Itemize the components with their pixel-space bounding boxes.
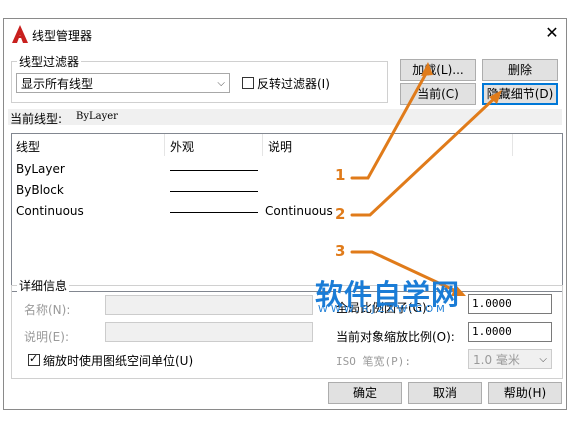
annotation-number-1: 1: [335, 166, 346, 184]
annotation-arrow-1: [350, 68, 430, 180]
annotation-number-3: 3: [335, 242, 346, 260]
annotation-arrows: [350, 62, 502, 296]
annotation-arrow-2: [350, 93, 500, 217]
annotation-arrowhead-1: [421, 62, 433, 76]
annotation-number-2: 2: [335, 205, 346, 223]
watermark-url: WWW.RJZXW.COM: [318, 304, 448, 315]
